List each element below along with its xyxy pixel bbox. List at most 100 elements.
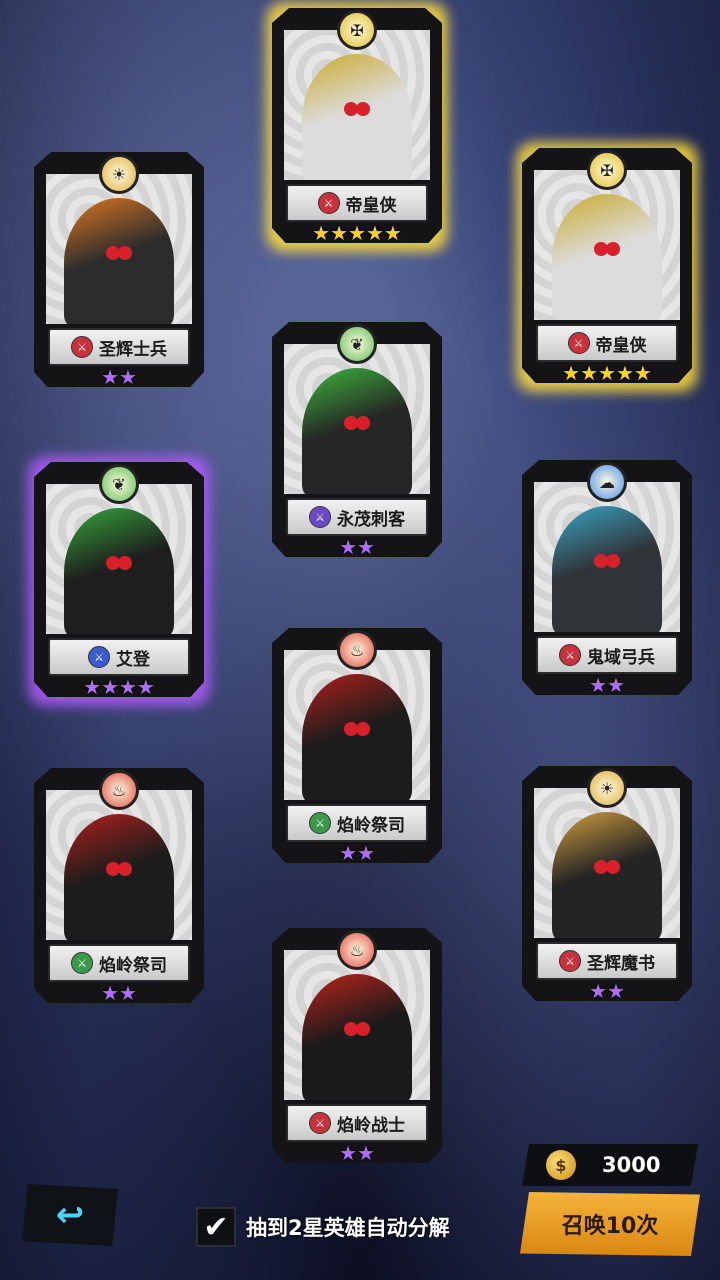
- star-icons: ★★: [589, 979, 625, 1003]
- sword-class-icon: ⚔: [567, 332, 590, 354]
- hero-name: 焰岭祭司: [337, 815, 405, 836]
- hero-portrait: [284, 30, 430, 180]
- auto-decompose-checkbox[interactable]: ✔: [196, 1207, 236, 1247]
- hero-figure: [552, 194, 662, 320]
- dagger-class-icon: ⚔: [309, 506, 331, 528]
- holy-emblem-icon: ✠: [337, 10, 377, 50]
- emblem-glyph: ☀: [111, 164, 127, 184]
- hero-card[interactable]: ☁ ⚔ 鬼域弓兵 ★★: [522, 460, 692, 710]
- star-icons: ★★★★★: [562, 361, 652, 385]
- hero-card[interactable]: ☀ ⚔ 圣辉魔书 ★★: [522, 766, 692, 1016]
- leaf-emblem-icon: ❦: [99, 464, 139, 504]
- emblem-glyph: ❦: [112, 474, 126, 494]
- hero-portrait: [46, 174, 192, 324]
- hero-name-ribbon: ⚔ 焰岭祭司: [48, 944, 190, 982]
- return-arrow-icon: ↩: [55, 1195, 85, 1235]
- hero-card[interactable]: ♨ ⚔ 焰岭战士 ★★: [272, 928, 442, 1178]
- emblem-glyph: ☁: [599, 472, 615, 492]
- hero-card[interactable]: ♨ ⚔ 焰岭祭司 ★★: [34, 768, 204, 1018]
- hero-name: 艾登: [116, 649, 150, 670]
- emblem-glyph: ❦: [350, 334, 364, 354]
- hero-portrait: [534, 788, 680, 938]
- flame-emblem-icon: ♨: [337, 930, 377, 970]
- hero-eye: [356, 416, 370, 430]
- sun-emblem-icon: ☀: [99, 154, 139, 194]
- emblem-glyph: ♨: [349, 940, 365, 960]
- emblem-glyph: ☀: [599, 778, 615, 798]
- star-rating: ★★: [34, 366, 204, 388]
- hero-card[interactable]: ✠ ⚔ 帝皇侠 ★★★★★: [272, 8, 442, 258]
- hero-figure: [302, 674, 412, 800]
- hero-portrait: [46, 790, 192, 940]
- auto-decompose-label: 抽到2星英雄自动分解: [246, 1216, 450, 1240]
- star-rating: ★★: [272, 536, 442, 558]
- flame-emblem-icon: ♨: [99, 770, 139, 810]
- hero-figure: [64, 198, 174, 324]
- staff-class-icon: ⚔: [309, 812, 331, 834]
- hero-eye: [118, 862, 132, 876]
- checkmark-icon: ✔: [203, 1209, 229, 1245]
- summon-token-glyph: $: [555, 1155, 567, 1175]
- hero-name-ribbon: ⚔ 鬼域弓兵: [536, 636, 678, 674]
- hero-name-ribbon: ⚔ 圣辉魔书: [536, 942, 678, 980]
- hero-portrait: [284, 950, 430, 1100]
- hero-name: 焰岭祭司: [99, 955, 167, 976]
- auto-decompose-option[interactable]: ✔ 抽到2星英雄自动分解: [196, 1206, 450, 1248]
- summon-10-label: 召唤10次: [561, 1214, 659, 1239]
- hero-figure: [552, 506, 662, 632]
- star-rating: ★★★★★: [272, 222, 442, 244]
- emblem-glyph: ♨: [111, 780, 127, 800]
- star-icons: ★★: [101, 981, 137, 1005]
- back-button[interactable]: ↩: [22, 1184, 118, 1246]
- holy-emblem-icon: ✠: [587, 150, 627, 190]
- sword-class-icon: ⚔: [317, 192, 340, 214]
- emblem-glyph: ♨: [349, 640, 365, 660]
- hero-card[interactable]: ❦ ⚔ 艾登 ★★★★: [34, 462, 204, 712]
- hero-card[interactable]: ✠ ⚔ 帝皇侠 ★★★★★: [522, 148, 692, 398]
- star-rating: ★★: [272, 1142, 442, 1164]
- hero-name-ribbon: ⚔ 永茂刺客: [286, 498, 428, 536]
- hero-name-ribbon: ⚔ 帝皇侠: [536, 324, 678, 362]
- hero-eye: [356, 1022, 370, 1036]
- star-rating: ★★: [34, 982, 204, 1004]
- hero-name-ribbon: ⚔ 焰岭祭司: [286, 804, 428, 842]
- hero-figure: [302, 974, 412, 1100]
- star-rating: ★★★★★: [522, 362, 692, 384]
- star-icons: ★★★★: [83, 675, 155, 699]
- star-icons: ★★: [339, 841, 375, 865]
- hero-name-ribbon: ⚔ 焰岭战士: [286, 1104, 428, 1142]
- hero-eye: [118, 246, 132, 260]
- swirl-class-icon: ⚔: [88, 646, 110, 668]
- hero-figure: [64, 814, 174, 940]
- hero-figure: [552, 812, 662, 938]
- hero-eye: [606, 554, 620, 568]
- hero-name: 焰岭战士: [337, 1115, 405, 1136]
- sword-class-icon: ⚔: [71, 336, 93, 358]
- hero-figure: [302, 54, 412, 180]
- currency-amount: 3000: [602, 1153, 661, 1177]
- star-rating: ★★: [522, 980, 692, 1002]
- emblem-glyph: ✠: [350, 20, 364, 40]
- staff-class-icon: ⚔: [71, 952, 93, 974]
- hero-name: 帝皇侠: [345, 195, 397, 216]
- hero-name: 圣辉魔书: [587, 953, 655, 974]
- water-emblem-icon: ☁: [587, 462, 627, 502]
- leaf-emblem-icon: ❦: [337, 324, 377, 364]
- star-rating: ★★★★: [34, 676, 204, 698]
- hero-name: 圣辉士兵: [99, 339, 167, 360]
- currency-display: $ 3000: [522, 1144, 698, 1186]
- flame-emblem-icon: ♨: [337, 630, 377, 670]
- hero-card[interactable]: ❦ ⚔ 永茂刺客 ★★: [272, 322, 442, 572]
- hero-card[interactable]: ♨ ⚔ 焰岭祭司 ★★: [272, 628, 442, 878]
- hero-figure: [302, 368, 412, 494]
- hero-name-ribbon: ⚔ 艾登: [48, 638, 190, 676]
- hero-name: 帝皇侠: [595, 335, 647, 356]
- star-icons: ★★★★★: [312, 221, 402, 245]
- hero-eye: [606, 860, 620, 874]
- star-icons: ★★: [339, 535, 375, 559]
- star-icons: ★★: [101, 365, 137, 389]
- hero-portrait: [534, 170, 680, 320]
- summon-10-button[interactable]: 召唤10次: [520, 1192, 700, 1256]
- hero-card[interactable]: ☀ ⚔ 圣辉士兵 ★★: [34, 152, 204, 402]
- hero-portrait: [46, 484, 192, 634]
